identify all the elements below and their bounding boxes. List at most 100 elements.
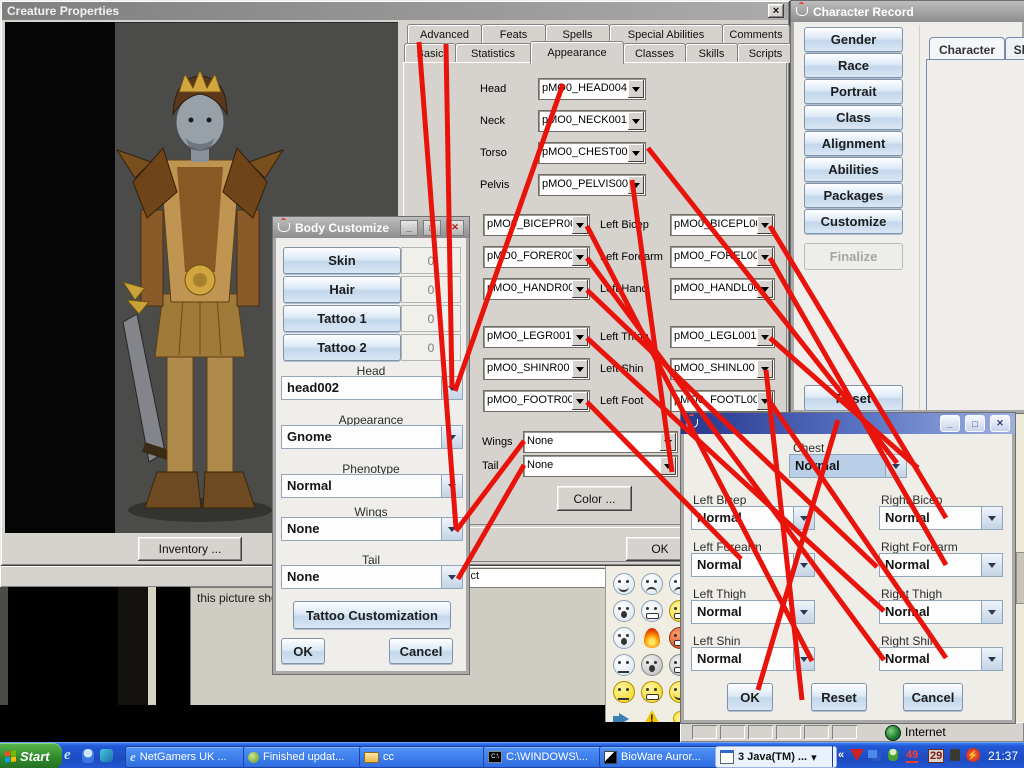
- tab-statistics[interactable]: Statistics: [455, 43, 531, 63]
- tray-clock[interactable]: 21:37: [988, 749, 1018, 763]
- emoticon-smile-icon[interactable]: [610, 570, 638, 597]
- chevron-down-icon[interactable]: [572, 360, 588, 378]
- customize-button[interactable]: Customize: [804, 209, 903, 234]
- chevron-down-icon[interactable]: [981, 554, 1002, 576]
- top-part-combo[interactable]: Normal: [789, 454, 907, 478]
- skin-button[interactable]: Skin: [283, 247, 401, 274]
- volume-icon[interactable]: [950, 749, 960, 761]
- tab-appearance[interactable]: Appearance: [530, 41, 624, 64]
- right-bicep-combo[interactable]: Normal: [879, 506, 1003, 530]
- chevron-down-icon[interactable]: [885, 455, 906, 477]
- minimize-icon[interactable]: _: [400, 220, 418, 236]
- torso-combo[interactable]: pMO0_CHEST00: [538, 142, 646, 164]
- left-thigh-combo[interactable]: pMO0_LEGR001: [483, 326, 590, 348]
- tab-basic[interactable]: Basic: [404, 43, 456, 63]
- bc-wings-combo[interactable]: None: [281, 517, 463, 541]
- task-netgamers[interactable]: e NetGamers UK ...: [125, 746, 247, 768]
- maximize-icon[interactable]: □: [965, 415, 985, 432]
- chevron-down-icon[interactable]: [757, 360, 773, 378]
- messenger-person-icon[interactable]: [888, 749, 898, 761]
- emoticon-tongue-icon[interactable]: [638, 651, 666, 678]
- bc-cancel-button[interactable]: Cancel: [389, 638, 453, 664]
- class-button[interactable]: Class: [804, 105, 903, 130]
- bc-tail-combo[interactable]: None: [281, 565, 463, 589]
- internet-explorer-quicklaunch-icon[interactable]: e: [64, 747, 71, 764]
- tattoo1-button[interactable]: Tattoo 1: [283, 305, 401, 332]
- left-shin-combo[interactable]: pMO0_SHINR00: [483, 358, 590, 380]
- tab-classes[interactable]: Classes: [623, 43, 686, 63]
- tray-overflow-chevron[interactable]: «: [838, 749, 844, 761]
- chevron-down-icon[interactable]: [757, 328, 773, 346]
- left-thigh-combo[interactable]: Normal: [691, 600, 815, 624]
- chevron-down-icon[interactable]: [441, 566, 462, 588]
- left-forearm-combo[interactable]: pMO0_FORER00: [483, 246, 590, 268]
- chevron-down-icon[interactable]: [981, 601, 1002, 623]
- right-forearm-combo[interactable]: Normal: [879, 553, 1003, 577]
- emoticon-arrow-icon[interactable]: [610, 705, 638, 722]
- right-shin-combo[interactable]: pMO0_SHINL00: [670, 358, 775, 380]
- close-icon[interactable]: ✕: [990, 415, 1010, 432]
- task-command-prompt[interactable]: C:\ C:\WINDOWS\...: [483, 746, 603, 768]
- neck-combo[interactable]: pMO0_NECK001: [538, 110, 646, 132]
- tab-skills[interactable]: Skills: [685, 43, 738, 63]
- right-forearm-combo[interactable]: pMO0_FOREL00: [670, 246, 775, 268]
- left-hand-combo[interactable]: pMO0_HANDR00: [483, 278, 590, 300]
- chevron-down-icon[interactable]: [441, 377, 462, 399]
- chevron-down-icon[interactable]: [757, 280, 773, 298]
- minimize-icon[interactable]: _: [940, 415, 960, 432]
- chevron-down-icon[interactable]: [628, 176, 644, 194]
- maximize-icon[interactable]: □: [423, 220, 441, 236]
- scrollbar-thumb[interactable]: [1016, 552, 1024, 604]
- bc-ok-button[interactable]: OK: [281, 638, 325, 664]
- parts-reset-button[interactable]: Reset: [811, 683, 867, 711]
- right-thigh-combo[interactable]: pMO0_LEGL001: [670, 326, 775, 348]
- tab-special-abilities[interactable]: Special Abilities: [609, 24, 723, 44]
- left-foot-combo[interactable]: pMO0_FOOTR00: [483, 390, 590, 412]
- chevron-down-icon[interactable]: [981, 507, 1002, 529]
- pelvis-combo[interactable]: pMO0_PELVIS00: [538, 174, 646, 196]
- left-forearm-combo[interactable]: Normal: [691, 553, 815, 577]
- chevron-down-icon[interactable]: [441, 518, 462, 540]
- abilities-button[interactable]: Abilities: [804, 157, 903, 182]
- chevron-down-icon[interactable]: [660, 457, 676, 475]
- chevron-down-icon[interactable]: [572, 248, 588, 266]
- task-finished-updating[interactable]: Finished updat...: [243, 746, 363, 768]
- bc-phenotype-combo[interactable]: Normal: [281, 474, 463, 498]
- right-thigh-combo[interactable]: Normal: [879, 600, 1003, 624]
- network-icon[interactable]: [868, 750, 877, 758]
- portrait-button[interactable]: Portrait: [804, 79, 903, 104]
- tattoo-customization-button[interactable]: Tattoo Customization: [293, 601, 451, 629]
- emoticon-shock-icon[interactable]: [610, 624, 638, 651]
- badge-29-icon[interactable]: 29: [928, 749, 944, 763]
- tattoo2-button[interactable]: Tattoo 2: [283, 334, 401, 361]
- task-java-group[interactable]: 3 Java(TM) ... ▾: [715, 746, 837, 768]
- chevron-down-icon[interactable]: [628, 80, 644, 98]
- gender-button[interactable]: Gender: [804, 27, 903, 52]
- emoticon-confused-icon[interactable]: [610, 651, 638, 678]
- packages-button[interactable]: Packages: [804, 183, 903, 208]
- task-bioware-aurora[interactable]: BioWare Auror...: [599, 746, 719, 768]
- emoticon-flame-icon[interactable]: [638, 624, 666, 651]
- tail-combo[interactable]: None: [523, 455, 678, 477]
- race-button[interactable]: Race: [804, 53, 903, 78]
- bc-appearance-combo[interactable]: Gnome: [281, 425, 463, 449]
- character-record-titlebar[interactable]: Character Record: [791, 1, 1024, 22]
- chevron-down-icon[interactable]: [572, 280, 588, 298]
- parts-dialog-titlebar[interactable]: _ □ ✕: [681, 413, 1015, 434]
- chevron-down-icon[interactable]: [793, 648, 814, 670]
- chevron-down-icon[interactable]: [757, 248, 773, 266]
- parts-ok-button[interactable]: OK: [727, 683, 773, 711]
- emoticon-open-mouth-icon[interactable]: [610, 597, 638, 624]
- alignment-button[interactable]: Alignment: [804, 131, 903, 156]
- messenger-quicklaunch-icon[interactable]: [82, 749, 94, 763]
- chevron-down-icon[interactable]: [981, 648, 1002, 670]
- chevron-down-icon[interactable]: [441, 426, 462, 448]
- bc-head-combo[interactable]: head002: [281, 376, 463, 400]
- media-quicklaunch-icon[interactable]: [100, 749, 113, 762]
- chevron-down-icon[interactable]: [441, 475, 462, 497]
- emoticon-warning-icon[interactable]: [638, 705, 666, 722]
- left-shin-combo[interactable]: Normal: [691, 647, 815, 671]
- chevron-down-icon[interactable]: [793, 507, 814, 529]
- head-combo[interactable]: pMO0_HEAD004: [538, 78, 646, 100]
- chevron-down-icon[interactable]: [793, 554, 814, 576]
